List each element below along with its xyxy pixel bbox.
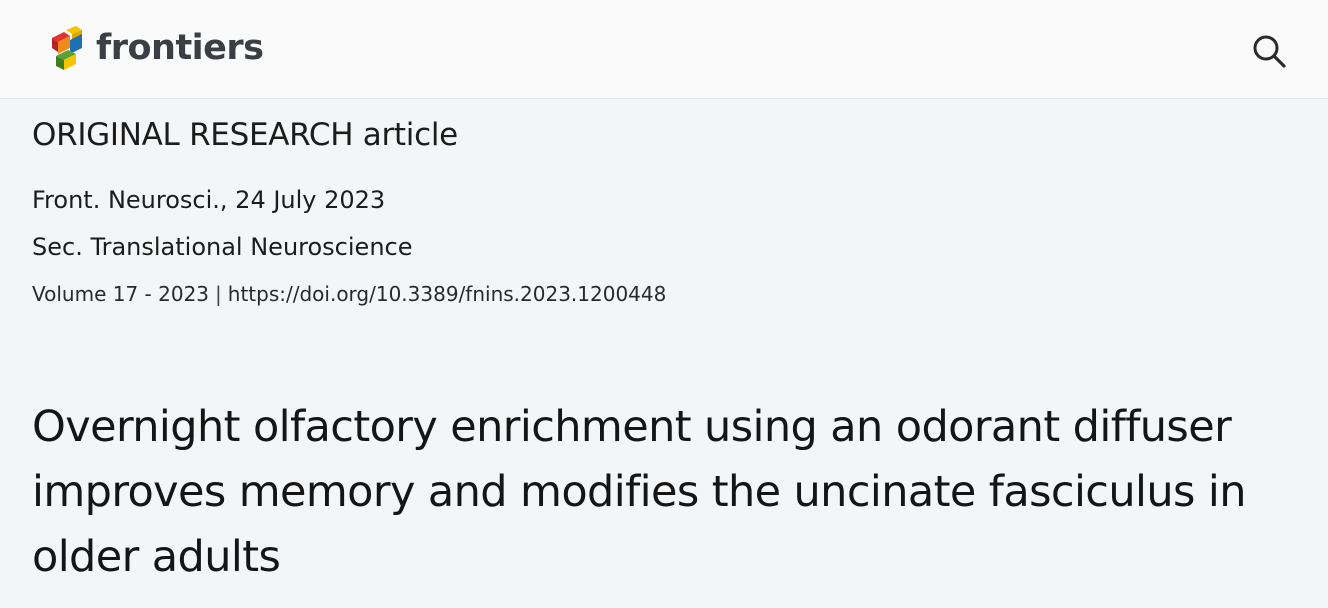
volume-label: Volume 17 - 2023 [32,282,210,306]
article-title: Overnight olfactory enrichment using an … [32,402,1246,582]
frontiers-logo[interactable]: frontiers [48,24,264,72]
journal-section[interactable]: Sec. Translational Neuroscience [32,233,412,261]
journal-date: Front. Neurosci., 24 July 2023 [32,186,386,214]
article-type-label: ORIGINAL RESEARCH article [32,117,458,153]
site-header: frontiers [0,0,1328,99]
doi-link[interactable]: https://doi.org/10.3389/fnins.2023.12004… [228,282,667,306]
brand-name: frontiers [96,28,264,68]
frontiers-logo-icon [52,26,82,70]
separator: | [215,282,222,306]
search-button[interactable] [1246,28,1292,74]
volume-doi-line: Volume 17 - 2023 | https://doi.org/10.3389… [32,282,666,306]
search-icon [1253,35,1286,68]
